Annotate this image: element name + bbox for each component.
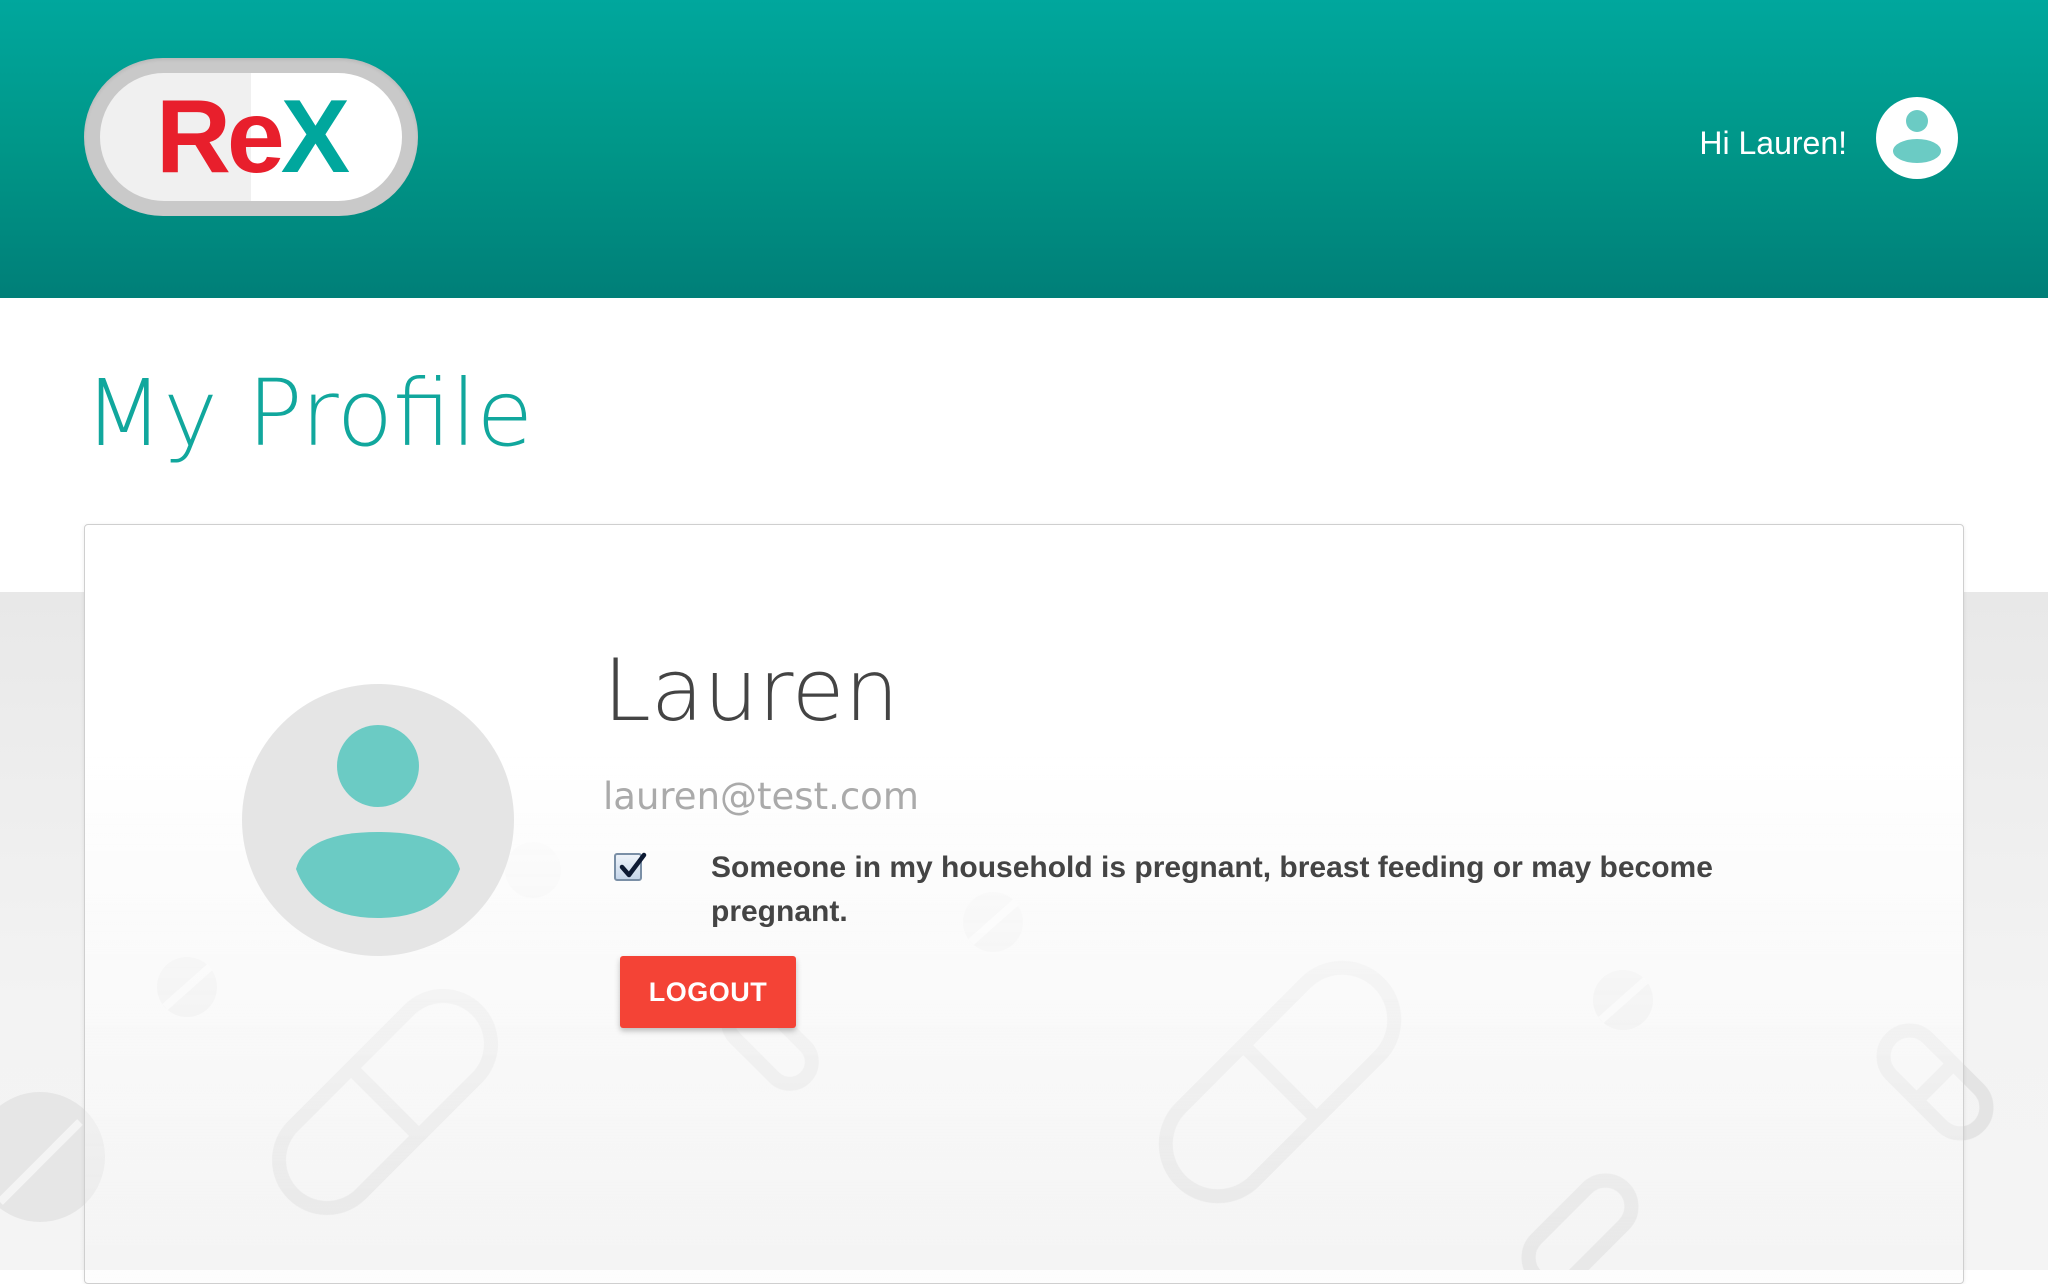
profile-avatar-icon	[242, 684, 514, 956]
logo-inner: Re X	[100, 73, 402, 201]
header-avatar-icon[interactable]	[1876, 97, 1958, 179]
pregnancy-checkbox[interactable]	[614, 852, 647, 881]
logout-button[interactable]: LOGOUT	[620, 956, 796, 1028]
pregnancy-checkbox-label[interactable]: Someone in my household is pregnant, bre…	[711, 846, 1771, 934]
logo-re: Re	[155, 79, 285, 195]
app-header: Re X Hi Lauren!	[0, 0, 2048, 298]
page-title: My Profile	[84, 360, 534, 467]
profile-name: Lauren	[603, 641, 900, 741]
logo-wordmark: Re X	[100, 73, 402, 201]
header-greeting: Hi Lauren!	[1699, 125, 1847, 161]
checkmark-icon	[619, 852, 647, 878]
rex-logo[interactable]: Re X	[84, 58, 418, 216]
logo-x: X	[280, 79, 350, 195]
profile-email: lauren@test.com	[603, 775, 919, 818]
